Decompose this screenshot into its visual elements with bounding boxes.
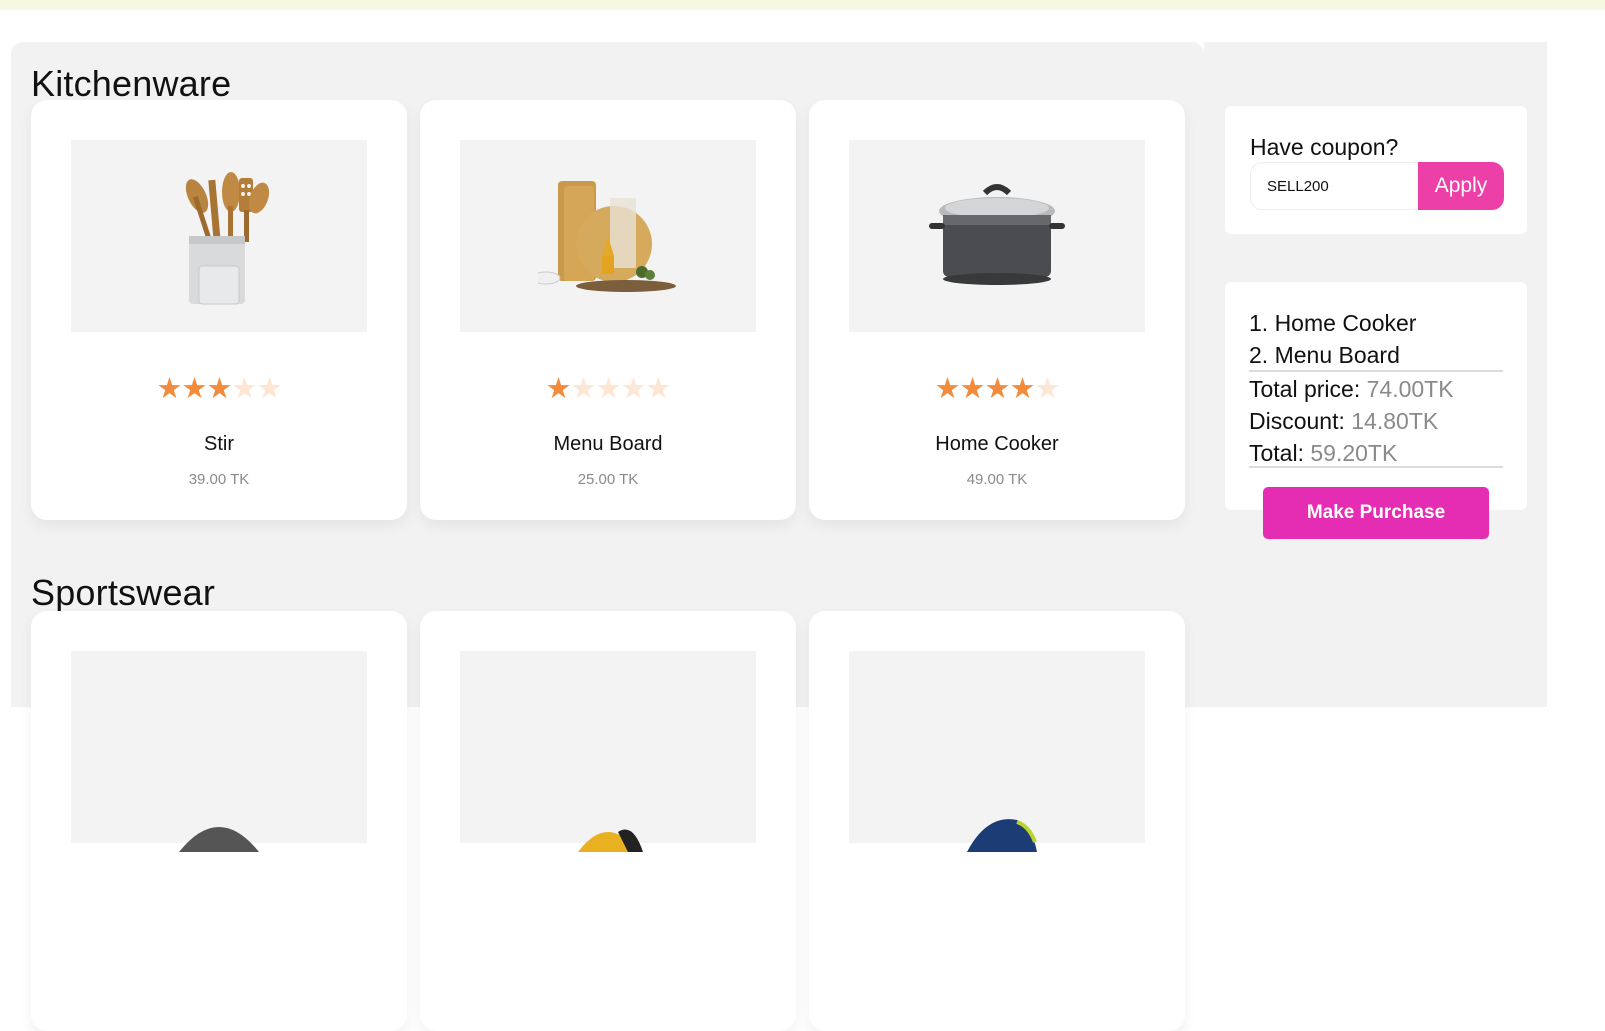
apply-coupon-button[interactable]: Apply	[1418, 162, 1504, 210]
cart-item: 1. Home Cooker	[1249, 310, 1417, 336]
star-icon: ★	[1009, 373, 1036, 405]
total-row: Total: 59.20TK	[1249, 440, 1397, 467]
rating-stars: ★★★★★	[31, 375, 407, 404]
category-title-kitchenware: Kitchenware	[31, 63, 232, 104]
product-image	[71, 651, 367, 852]
product-image	[849, 651, 1145, 852]
discount-value: 14.80TK	[1351, 408, 1439, 434]
star-icon: ★	[570, 373, 597, 405]
cooking-pot-icon	[929, 184, 1065, 285]
product-image	[71, 140, 367, 332]
product-card-sneaker[interactable]	[809, 611, 1185, 1031]
product-price: 39.00 TK	[188, 471, 250, 488]
star-icon: ★	[256, 373, 283, 405]
utensil-holder-icon	[185, 172, 270, 305]
coupon-box: Have coupon? Apply	[1225, 106, 1527, 234]
star-icon: ★	[959, 373, 986, 405]
coupon-input[interactable]	[1250, 162, 1422, 210]
rating-stars: ★★★★★	[420, 375, 796, 404]
star-icon: ★	[984, 373, 1011, 405]
product-card-stir[interactable]: ★★★★★ Stir 39.00 TK	[31, 100, 407, 520]
coupon-label: Have coupon?	[1250, 134, 1399, 160]
product-card-home-cooker[interactable]: ★★★★★ Home Cooker 49.00 TK	[809, 100, 1185, 520]
cutting-board-icon	[538, 181, 676, 292]
total-label: Total:	[1249, 440, 1311, 466]
total-price-label: Total price:	[1249, 376, 1367, 402]
star-icon: ★	[934, 373, 961, 405]
star-icon: ★	[1034, 373, 1061, 405]
top-banner	[0, 0, 1605, 10]
rating-stars: ★★★★★	[809, 375, 1185, 404]
total-price-row: Total price: 74.00TK	[1249, 376, 1454, 403]
divider	[1249, 466, 1503, 468]
total-value: 59.20TK	[1310, 440, 1398, 466]
cap-icon	[179, 827, 259, 852]
star-icon: ★	[156, 373, 183, 405]
star-icon: ★	[595, 373, 622, 405]
product-name: Menu Board	[553, 433, 663, 455]
product-card-helmet[interactable]	[420, 611, 796, 1031]
product-image	[849, 140, 1145, 332]
star-icon: ★	[620, 373, 647, 405]
product-name: Home Cooker	[935, 433, 1059, 455]
helmet-icon	[578, 829, 643, 852]
cart-item: 2. Menu Board	[1249, 342, 1400, 368]
discount-label: Discount:	[1249, 408, 1352, 434]
product-price: 49.00 TK	[966, 471, 1028, 488]
product-card-cap[interactable]	[31, 611, 407, 1031]
star-icon: ★	[545, 373, 572, 405]
product-name: Stir	[204, 433, 234, 455]
discount-row: Discount: 14.80TK	[1249, 408, 1438, 435]
divider	[1249, 370, 1503, 372]
product-image	[460, 140, 756, 332]
product-price: 25.00 TK	[577, 471, 639, 488]
category-title-sportswear: Sportswear	[31, 572, 216, 613]
star-icon: ★	[206, 373, 233, 405]
star-icon: ★	[231, 373, 258, 405]
product-card-menu-board[interactable]: ★★★★★ Menu Board 25.00 TK	[420, 100, 796, 520]
make-purchase-button[interactable]: Make Purchase	[1263, 487, 1489, 539]
total-price-value: 74.00TK	[1366, 376, 1454, 402]
star-icon: ★	[181, 373, 208, 405]
star-icon: ★	[645, 373, 672, 405]
sneaker-icon	[967, 819, 1037, 852]
product-image	[460, 651, 756, 852]
cart-summary: 1. Home Cooker 2. Menu Board Total price…	[1225, 282, 1527, 510]
